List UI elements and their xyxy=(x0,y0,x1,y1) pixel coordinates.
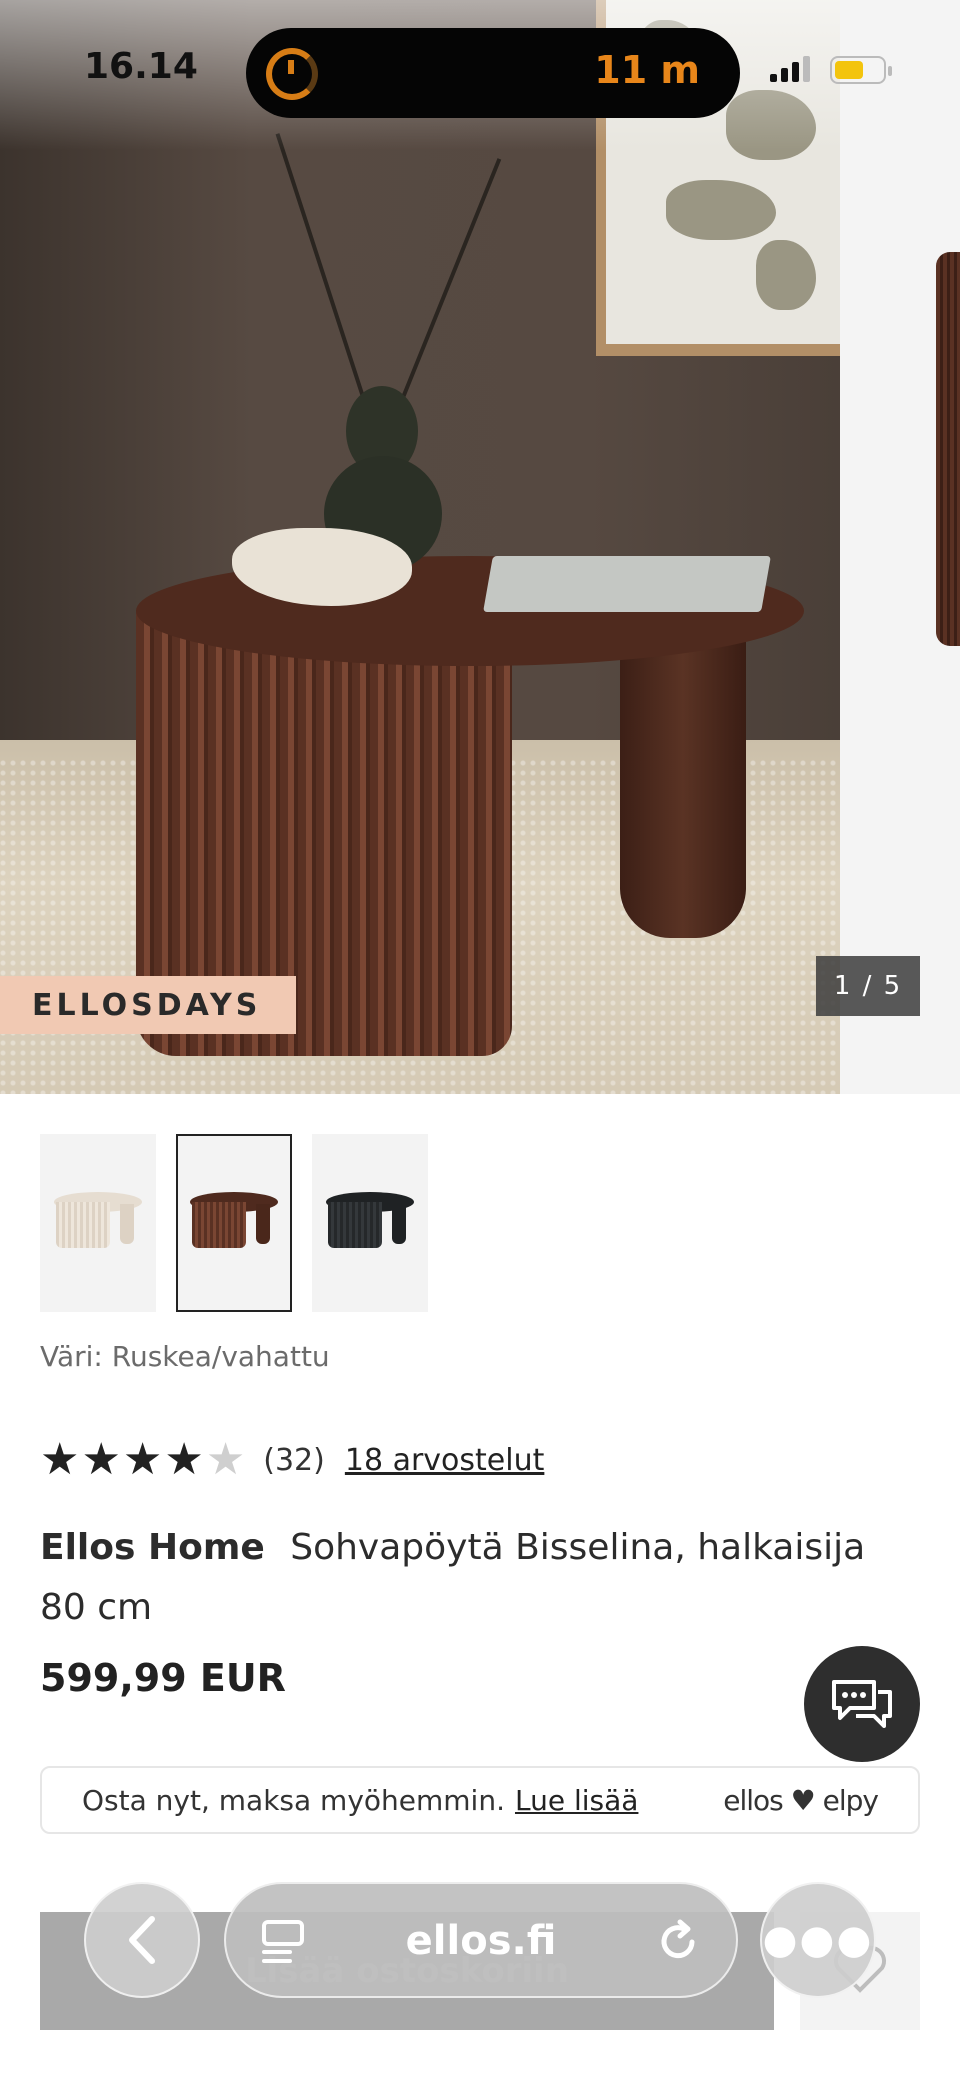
variant-thumbnails xyxy=(40,1134,428,1312)
star-icon: ★ xyxy=(164,1434,204,1485)
product-price: 599,99 EUR xyxy=(40,1656,286,1700)
browser-more-button[interactable]: ●●● xyxy=(760,1882,876,1998)
star-icon: ★ xyxy=(40,1434,80,1485)
product-image[interactable] xyxy=(0,0,840,1094)
status-time: 16.14 xyxy=(84,46,198,87)
rating-count: (32) xyxy=(263,1442,325,1478)
star-empty-icon: ★ xyxy=(205,1434,246,1485)
battery-icon xyxy=(830,56,892,84)
product-title: Ellos Home Sohvapöytä Bisselina, halkais… xyxy=(40,1518,900,1638)
reload-icon[interactable] xyxy=(654,1918,702,1966)
variant-thumb-black[interactable] xyxy=(312,1134,428,1312)
dynamic-island[interactable]: 11 m xyxy=(246,28,740,118)
payment-banner-text: Osta nyt, maksa myöhemmin. xyxy=(82,1783,505,1817)
variant-thumb-white[interactable] xyxy=(40,1134,156,1312)
book xyxy=(483,556,771,612)
color-label: Väri: Ruskea/vahattu xyxy=(40,1340,330,1373)
signal-icon xyxy=(770,56,810,82)
timer-label: 11 m xyxy=(594,48,700,92)
star-icon: ★ xyxy=(81,1434,121,1485)
browser-address-bar[interactable]: ellos.fi xyxy=(224,1882,738,1998)
rating: ★ ★ ★ ★ ★ (32) 18 arvostelut xyxy=(40,1438,544,1482)
product-brand[interactable]: Ellos Home xyxy=(40,1527,265,1568)
image-counter: 1 / 5 xyxy=(816,956,920,1016)
back-icon xyxy=(129,1916,155,1964)
payment-banner: Osta nyt, maksa myöhemmin. Lue lisää ell… xyxy=(40,1766,920,1834)
payment-read-more-link[interactable]: Lue lisää xyxy=(515,1784,638,1817)
timer-icon xyxy=(266,48,318,100)
chat-icon xyxy=(832,1680,892,1728)
browser-back-button[interactable] xyxy=(84,1882,200,1998)
table-leg xyxy=(620,630,746,938)
payment-provider-logo: ellos ♥ elpy xyxy=(723,1783,879,1817)
more-icon: ●●● xyxy=(762,1917,874,1963)
campaign-badge: ELLOSDAYS xyxy=(0,976,296,1034)
star-icon: ★ xyxy=(122,1434,163,1485)
variant-thumb-brown[interactable] xyxy=(176,1134,292,1312)
reviews-link[interactable]: 18 arvostelut xyxy=(345,1443,545,1478)
next-image-peek[interactable] xyxy=(840,0,960,1094)
chat-button[interactable] xyxy=(804,1646,920,1762)
